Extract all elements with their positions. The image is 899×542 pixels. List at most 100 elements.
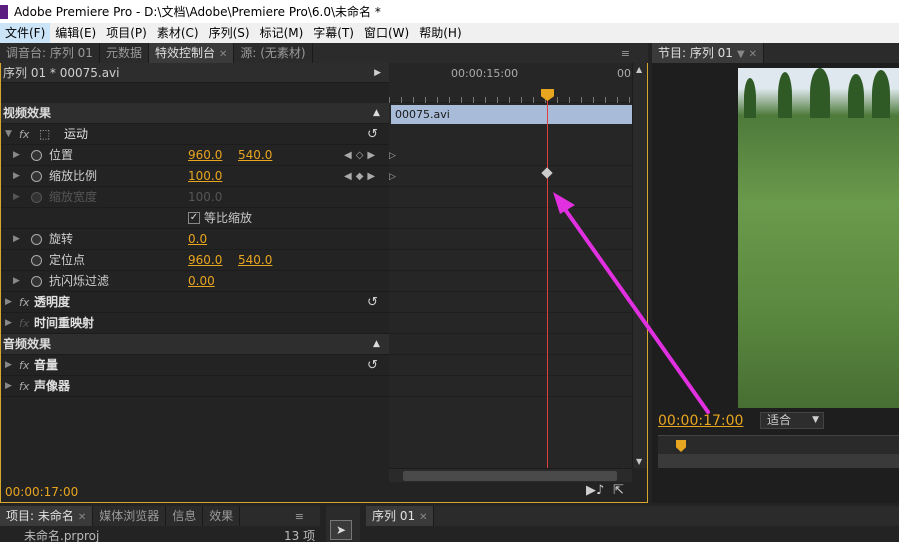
timeline-panel-tabbar: 序列 01 ✕ <box>366 506 899 526</box>
program-timecode[interactable]: 00:00:17:00 <box>658 413 743 429</box>
effect-timeline[interactable]: 00:00:15:00 00 00075.avi ▷ ▷ <box>389 63 632 468</box>
stopwatch-icon[interactable] <box>31 150 42 161</box>
scrollbar-thumb[interactable] <box>403 471 617 481</box>
stopwatch-icon[interactable] <box>31 255 42 266</box>
expand-right-icon[interactable]: ▶ <box>5 355 12 376</box>
timeline-ruler[interactable]: 00:00:15:00 00 <box>389 63 632 103</box>
fit-label: 适合 <box>767 413 792 427</box>
tab-sequence[interactable]: 序列 01 ✕ <box>366 506 435 526</box>
opacity-label: 透明度 <box>34 295 71 309</box>
vertical-scrollbar[interactable]: ▲ ▼ <box>632 63 647 468</box>
scale-width-value: 100.0 <box>188 190 223 204</box>
tab-info[interactable]: 信息 <box>166 506 204 526</box>
reset-icon[interactable]: ↺ <box>367 124 378 145</box>
tab-source[interactable]: 源: (无素材) <box>234 43 313 63</box>
tab-metadata[interactable]: 元数据 <box>100 43 149 63</box>
position-y-value[interactable]: 540.0 <box>238 145 272 166</box>
menu-clip[interactable]: 素材(C) <box>152 23 204 43</box>
expand-down-icon[interactable]: ▼ <box>5 124 12 145</box>
program-zoom-bar[interactable] <box>658 454 899 468</box>
fit-dropdown[interactable]: 适合 ▼ <box>760 412 824 429</box>
panel-menu-icon[interactable]: ≡ <box>621 47 630 60</box>
menu-file[interactable]: 文件(F) <box>0 23 51 43</box>
tab-audio-mixer[interactable]: 调音台: 序列 01 <box>0 43 100 63</box>
stopwatch-icon[interactable] <box>31 171 42 182</box>
stopwatch-icon[interactable] <box>31 276 42 287</box>
expand-right-icon[interactable]: ▶ <box>13 166 20 187</box>
reset-icon[interactable]: ↺ <box>367 355 378 376</box>
panel-menu-icon[interactable]: ≡ <box>295 510 304 523</box>
selection-tool-icon[interactable]: ➤ <box>330 520 352 540</box>
expand-right-icon[interactable]: ▶ <box>13 271 20 292</box>
project-file-row[interactable]: 未命名.prproj 13 项 <box>0 526 320 542</box>
keyframe-navigator[interactable]: ◀◆▶ <box>344 166 379 187</box>
close-icon[interactable]: ✕ <box>749 49 757 60</box>
close-icon[interactable]: ✕ <box>78 512 86 523</box>
expand-right-icon[interactable]: ▶ <box>5 292 12 313</box>
time-remap-row[interactable]: ▶ fx 时间重映射 <box>1 313 389 334</box>
tree-shape <box>810 68 830 118</box>
tree-shape <box>744 78 756 118</box>
close-icon[interactable]: ✕ <box>219 49 227 60</box>
tab-media-browser[interactable]: 媒体浏览器 <box>93 506 167 526</box>
scale-value[interactable]: 100.0 <box>188 166 222 187</box>
anchor-row[interactable]: 定位点 960.0 540.0 <box>1 250 389 271</box>
expand-right-icon[interactable]: ▶ <box>5 313 12 334</box>
anchor-x-value[interactable]: 960.0 <box>188 250 222 271</box>
close-icon[interactable]: ✕ <box>419 512 427 523</box>
rotation-row[interactable]: ▶ 旋转 0.0 <box>1 229 389 250</box>
collapse-up-icon[interactable]: ▲ <box>373 103 380 124</box>
rotation-value[interactable]: 0.0 <box>188 229 207 250</box>
menu-edit[interactable]: 编辑(E) <box>50 23 101 43</box>
menu-window[interactable]: 窗口(W) <box>359 23 414 43</box>
sequence-clip-header: 序列 01 * 00075.avi ▶ <box>1 63 389 83</box>
reset-icon[interactable]: ↺ <box>367 292 378 313</box>
expand-right-icon[interactable]: ▶ <box>13 145 20 166</box>
effect-controls-panel: 序列 01 * 00075.avi ▶ 视频效果 ▲ ▼ fx ⬚ 运动 ↺ ▶… <box>0 63 648 503</box>
program-panel-tabbar: 节目: 序列 01 ▼ ✕ <box>652 43 899 63</box>
program-playhead-handle[interactable] <box>676 440 686 452</box>
play-icon[interactable]: ▶ <box>374 63 381 83</box>
keyframe-navigator[interactable]: ◀◇▶ <box>344 145 379 166</box>
scale-row[interactable]: ▶ 缩放比例 100.0 ◀◆▶ <box>1 166 389 187</box>
motion-row[interactable]: ▼ fx ⬚ 运动 ↺ <box>1 124 389 145</box>
program-ruler[interactable] <box>658 435 899 468</box>
scroll-down-icon[interactable]: ▼ <box>636 457 642 466</box>
tab-project[interactable]: 项目: 未命名 ✕ <box>0 506 94 526</box>
volume-row[interactable]: ▶ fx 音量 ↺ <box>1 355 389 376</box>
chevron-down-icon: ▼ <box>812 415 819 425</box>
playhead-line[interactable] <box>547 91 548 468</box>
menu-marker[interactable]: 标记(M) <box>255 23 309 43</box>
position-row[interactable]: ▶ 位置 960.0 540.0 ◀◇▶ <box>1 145 389 166</box>
opacity-row[interactable]: ▶ fx 透明度 ↺ <box>1 292 389 313</box>
anti-flicker-value[interactable]: 0.00 <box>188 271 215 292</box>
menu-help[interactable]: 帮助(H) <box>414 23 466 43</box>
menu-sequence[interactable]: 序列(S) <box>204 23 255 43</box>
panner-row[interactable]: ▶ fx 声像器 <box>1 376 389 397</box>
anti-flicker-row[interactable]: ▶ 抗闪烁过滤 0.00 <box>1 271 389 292</box>
project-panel-tabbar: 项目: 未命名 ✕ 媒体浏览器 信息 效果 ≡ <box>0 506 320 526</box>
position-x-value[interactable]: 960.0 <box>188 145 222 166</box>
menu-project[interactable]: 项目(P) <box>101 23 152 43</box>
tab-effects[interactable]: 效果 <box>203 506 241 526</box>
menu-title[interactable]: 字幕(T) <box>308 23 359 43</box>
tab-program[interactable]: 节目: 序列 01 ▼ ✕ <box>652 43 765 63</box>
export-frame-icon[interactable]: ⇱ <box>613 483 624 498</box>
tree-shape <box>778 72 792 118</box>
timeline-row <box>389 250 632 271</box>
play-audio-icon[interactable]: ▶♪ <box>586 483 604 498</box>
scroll-up-icon[interactable]: ▲ <box>636 65 642 74</box>
uniform-scale-checkbox[interactable]: ✓ <box>188 212 200 224</box>
chevron-down-icon[interactable]: ▼ <box>737 49 745 60</box>
horizontal-scrollbar[interactable] <box>389 468 632 482</box>
expand-right-icon[interactable]: ▶ <box>5 376 12 397</box>
collapse-up-icon[interactable]: ▲ <box>373 334 380 355</box>
tab-effect-controls[interactable]: 特效控制台 ✕ <box>148 43 235 63</box>
audio-effects-section: 音频效果 ▲ <box>1 334 389 355</box>
anchor-y-value[interactable]: 540.0 <box>238 250 272 271</box>
stopwatch-icon[interactable] <box>31 234 42 245</box>
current-time-display[interactable]: 00:00:17:00 <box>5 485 78 499</box>
expand-right-icon[interactable]: ▶ <box>13 229 20 250</box>
clip-bar[interactable]: 00075.avi <box>391 105 632 124</box>
timeline-row <box>389 376 632 397</box>
